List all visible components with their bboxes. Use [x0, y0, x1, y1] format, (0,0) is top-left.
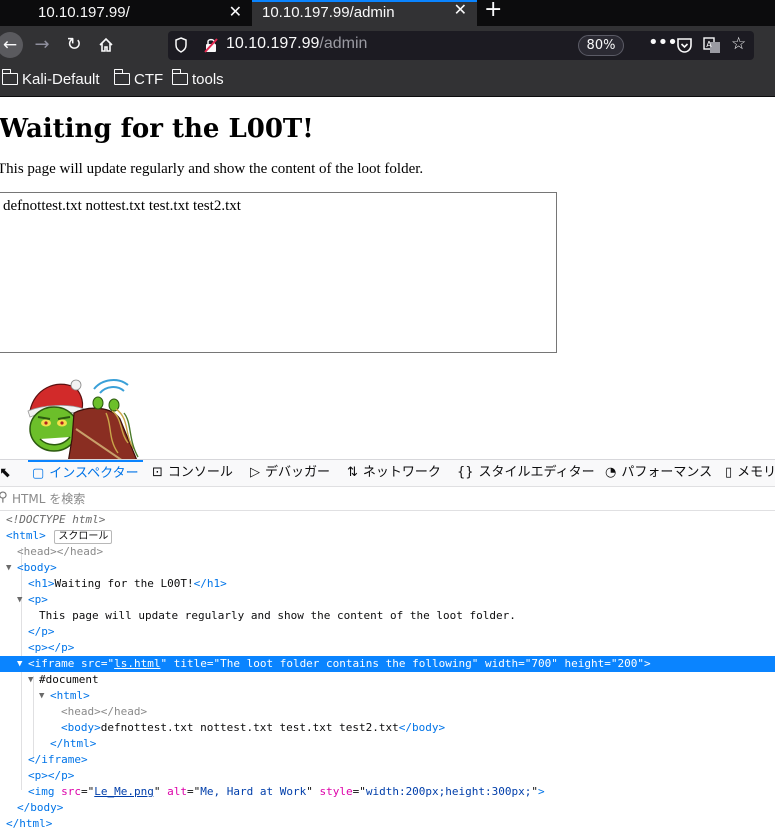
- page-description: This page will update regularly and show…: [0, 161, 424, 177]
- reload-button[interactable]: ↻: [62, 33, 86, 57]
- style-editor-icon: {}: [457, 465, 474, 480]
- forward-button[interactable]: →: [30, 33, 54, 57]
- folder-icon: [113, 69, 130, 85]
- insecure-lock-icon[interactable]: [204, 36, 218, 54]
- page-actions-icon[interactable]: •••: [648, 32, 678, 53]
- element-picker-icon[interactable]: ⬉: [0, 460, 16, 486]
- tab-network[interactable]: ⇅ ネットワーク: [347, 460, 441, 486]
- tab-admin[interactable]: 10.10.197.99/admin ✕: [252, 0, 477, 26]
- markup-node-iframe[interactable]: ▼ <iframe src="ls.html" title="The loot …: [0, 656, 775, 672]
- translate-icon[interactable]: A: [703, 36, 721, 54]
- expand-arrow-icon[interactable]: ▼: [39, 688, 44, 704]
- markup-node-doctype[interactable]: <!DOCTYPE html>: [0, 512, 775, 528]
- markup-node-img[interactable]: <img src="Le_Me.png" alt="Me, Hard at Wo…: [0, 784, 775, 800]
- expand-arrow-icon[interactable]: ▼: [17, 656, 22, 672]
- tab-label: メモリ: [737, 465, 775, 480]
- devtools-panel: ⬉ ▢ インスペクター ⊡ コンソール ▷ デバッガー ⇅ ネットワーク {} スタイルエ…: [0, 459, 775, 830]
- shield-icon[interactable]: [174, 36, 188, 54]
- close-icon[interactable]: ✕: [454, 0, 467, 22]
- markup-node-inner-html[interactable]: ▼ <html>: [0, 688, 775, 704]
- bookmark-folder-kali-default[interactable]: Kali-Default: [1, 69, 100, 88]
- tab-memory[interactable]: ▯ メモリ: [725, 460, 775, 486]
- home-button[interactable]: [94, 33, 118, 60]
- tab-title: 10.10.197.99/: [38, 4, 130, 21]
- markup-node-p[interactable]: ▼ <p>: [0, 592, 775, 608]
- debugger-icon: ▷: [250, 465, 260, 480]
- markup-node-iframe-close[interactable]: </iframe>: [0, 752, 775, 768]
- devtools-tab-bar: ⬉ ▢ インスペクター ⊡ コンソール ▷ デバッガー ⇅ ネットワーク {} スタイルエ…: [0, 460, 775, 487]
- markup-node-document[interactable]: ▼ #document: [0, 672, 775, 688]
- tab-style-editor[interactable]: {} スタイルエディター: [457, 460, 595, 486]
- markup-node-inner-html-close[interactable]: </html>: [0, 736, 775, 752]
- tab-debugger[interactable]: ▷ デバッガー: [250, 460, 330, 486]
- markup-node-body[interactable]: ▼ <body>: [0, 560, 775, 576]
- markup-node-p-empty[interactable]: <p></p>: [0, 640, 775, 656]
- tab-console[interactable]: ⊡ コンソール: [152, 460, 233, 486]
- tab-label: インスペクター: [49, 466, 139, 481]
- markup-node-inner-body[interactable]: <body>defnottest.txt nottest.txt test.tx…: [0, 720, 775, 736]
- grinch-image: [27, 379, 139, 459]
- tab-root[interactable]: 10.10.197.99/ ✕: [0, 0, 252, 26]
- expand-arrow-icon[interactable]: ▼: [28, 672, 33, 688]
- expand-arrow-icon[interactable]: ▼: [6, 560, 11, 576]
- url-host: 10.10.197.99: [226, 35, 320, 52]
- tab-performance[interactable]: ◔ パフォーマンス: [605, 460, 712, 486]
- close-icon[interactable]: ✕: [229, 0, 242, 26]
- bookmark-label: tools: [192, 71, 224, 88]
- markup-node-inner-head[interactable]: <head></head>: [0, 704, 775, 720]
- folder-icon: [171, 69, 188, 85]
- markup-node-p-close[interactable]: </p>: [0, 624, 775, 640]
- tab-strip: 10.10.197.99/ ✕ 10.10.197.99/admin ✕ +: [0, 0, 775, 26]
- svg-text:A: A: [706, 40, 712, 49]
- home-icon: [99, 37, 113, 52]
- tab-label: スタイルエディター: [478, 465, 595, 480]
- tab-inspector[interactable]: ▢ インスペクター: [28, 460, 143, 486]
- bookmarks-toolbar: Kali-Default CTF tools: [0, 64, 775, 97]
- scroll-badge[interactable]: スクロール: [54, 530, 113, 544]
- expand-arrow-icon[interactable]: ▼: [17, 592, 22, 608]
- new-tab-button[interactable]: +: [484, 0, 502, 23]
- markup-text-node[interactable]: This page will update regularly and show…: [0, 608, 775, 624]
- performance-icon: ◔: [605, 465, 617, 480]
- html-search-bar: ⚲: [0, 487, 775, 511]
- tab-label: ネットワーク: [362, 465, 441, 480]
- url-bar[interactable]: 10.10.197.99/admin 80% ••• A ☆: [168, 31, 754, 60]
- url-text[interactable]: 10.10.197.99/admin: [226, 35, 367, 53]
- memory-icon: ▯: [725, 465, 733, 480]
- url-path: /admin: [319, 35, 368, 52]
- search-icon: ⚲: [0, 490, 8, 505]
- loot-iframe[interactable]: defnottest.txt nottest.txt test.txt test…: [0, 192, 557, 353]
- back-button[interactable]: ←: [0, 32, 23, 58]
- tab-label: パフォーマンス: [621, 465, 713, 480]
- html-search-input[interactable]: [12, 489, 412, 508]
- pocket-icon[interactable]: [676, 37, 693, 54]
- tab-title: 10.10.197.99/admin: [262, 4, 395, 21]
- bookmark-star-icon[interactable]: ☆: [731, 34, 746, 54]
- zoom-level-badge[interactable]: 80%: [578, 35, 624, 56]
- page-viewport: Waiting for the L00T! This page will upd…: [0, 97, 775, 459]
- bookmark-folder-tools[interactable]: tools: [171, 69, 224, 88]
- bookmark-folder-ctf[interactable]: CTF: [113, 69, 164, 88]
- loot-file-list: defnottest.txt nottest.txt test.txt test…: [3, 198, 241, 214]
- markup-node-h1[interactable]: <h1>Waiting for the L00T!</h1>: [0, 576, 775, 592]
- folder-icon: [1, 69, 18, 85]
- network-icon: ⇅: [347, 465, 358, 480]
- console-icon: ⊡: [152, 465, 163, 480]
- inspector-icon: ▢: [32, 466, 45, 481]
- markup-node-head[interactable]: <head></head>: [0, 544, 775, 560]
- bookmark-label: Kali-Default: [22, 71, 100, 88]
- markup-node-body-close[interactable]: </body>: [0, 800, 775, 816]
- tab-label: デバッガー: [265, 465, 331, 480]
- markup-node-html[interactable]: <html> スクロール: [0, 528, 775, 544]
- markup-view: <!DOCTYPE html> <html> スクロール <head></hea…: [0, 512, 775, 832]
- tab-label: コンソール: [167, 465, 233, 480]
- page-title: Waiting for the L00T!: [0, 114, 314, 144]
- markup-node-p-empty[interactable]: <p></p>: [0, 768, 775, 784]
- bookmark-label: CTF: [134, 71, 164, 88]
